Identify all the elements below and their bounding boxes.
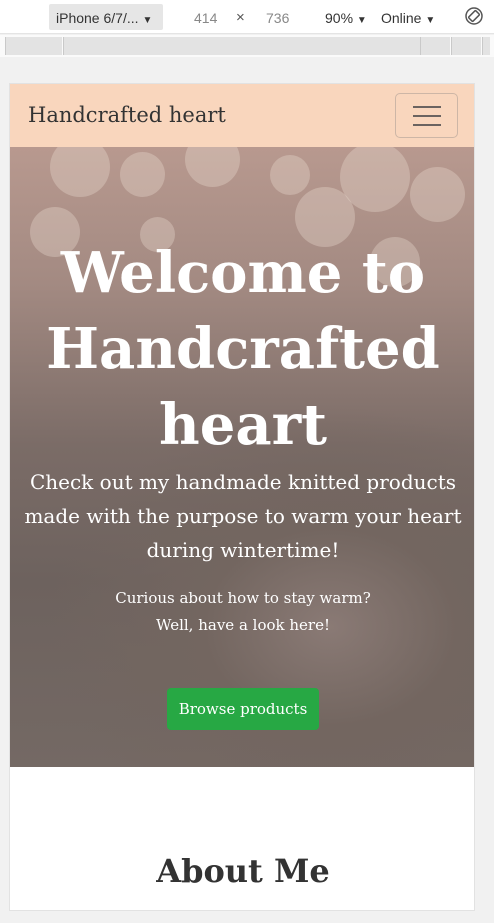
hero-section: Welcome to Handcrafted heart Check out m… xyxy=(10,147,474,767)
chevron-down-icon: ▼ xyxy=(142,15,153,26)
rotate-icon[interactable] xyxy=(464,6,484,26)
hamburger-icon xyxy=(413,124,441,126)
media-query-bar[interactable] xyxy=(451,37,481,55)
media-query-bar[interactable] xyxy=(63,37,420,55)
viewport-height-input[interactable]: 736 xyxy=(266,10,289,26)
hero-tagline-line: Curious about how to stay warm? xyxy=(115,589,371,607)
hero-title: Welcome to Handcrafted heart xyxy=(10,235,474,463)
chevron-down-icon: ▼ xyxy=(425,15,436,26)
hero-title-line: heart xyxy=(159,392,327,458)
navbar-toggler-button[interactable] xyxy=(395,93,458,138)
navbar: Handcrafted heart xyxy=(10,84,474,147)
browse-products-button[interactable]: Browse products xyxy=(167,688,319,730)
media-query-bar[interactable] xyxy=(420,37,450,55)
hamburger-icon xyxy=(413,106,441,108)
chevron-down-icon: ▼ xyxy=(356,15,367,26)
hero-tagline: Curious about how to stay warm? Well, ha… xyxy=(70,585,416,639)
media-query-bar[interactable] xyxy=(482,37,490,55)
media-query-bar[interactable] xyxy=(5,37,62,55)
viewport-width-input[interactable]: 414 xyxy=(194,10,217,26)
devtools-toolbar: iPhone 6/7/... ▼ 414 × 736 90% ▼ Online ▼ xyxy=(0,0,494,34)
navbar-brand[interactable]: Handcrafted heart xyxy=(28,103,226,127)
network-value: Online xyxy=(381,10,422,26)
hero-subtitle: Check out my handmade knitted products m… xyxy=(24,470,462,562)
network-select[interactable]: Online ▼ xyxy=(381,10,435,26)
hero-tagline-line: Well, have a look here! xyxy=(156,616,330,634)
zoom-value: 90% xyxy=(325,10,354,26)
bokeh-light xyxy=(120,152,165,197)
device-name: iPhone 6/7/... xyxy=(56,10,139,26)
hero-title-line: Handcrafted xyxy=(46,316,440,382)
bokeh-light xyxy=(410,167,465,222)
media-query-ruler xyxy=(0,35,494,57)
dimension-separator: × xyxy=(236,9,245,26)
bokeh-light xyxy=(185,147,240,187)
about-heading: About Me xyxy=(156,852,330,890)
hero-title-line: Welcome to xyxy=(60,240,426,306)
bokeh-light xyxy=(50,147,110,197)
hamburger-icon xyxy=(413,115,441,117)
page-viewport: Handcrafted heart Welcome to Handcrafted… xyxy=(9,83,475,911)
device-select[interactable]: iPhone 6/7/... ▼ xyxy=(49,4,163,30)
bokeh-light xyxy=(270,155,310,195)
zoom-select[interactable]: 90% ▼ xyxy=(325,10,367,26)
